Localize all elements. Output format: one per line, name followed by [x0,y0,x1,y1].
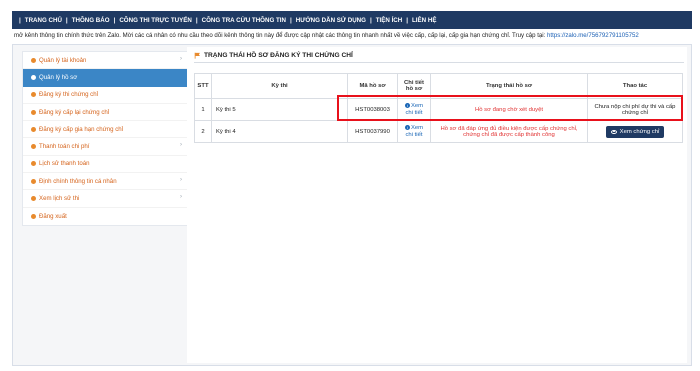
nav-separator: | [19,16,21,24]
bullet-icon [31,74,36,80]
sidebar-item-label: Thanh toán chi phí [39,143,90,151]
sidebar-item-payment[interactable]: Thanh toán chi phí › [23,138,187,156]
sidebar-item-account-management[interactable]: Quản lý tài khoản › [23,52,187,70]
nav-separator: | [289,16,292,24]
view-detail-line2: chi tiết [405,109,423,116]
cell-action: Xem chứng chỉ [587,120,683,143]
bullet-icon [31,126,36,132]
cell-status: Hồ sơ đang chờ xét duyệt [430,98,588,121]
flag-icon [194,52,200,59]
table-row: 2 Kỳ thi 4 HST0037990 i Xem chi tiết Hồ s… [194,120,683,143]
table-row: 1 Kỳ thi 5 HST0038003 i Xem chi tiết Hồ s… [194,98,683,121]
bullet-icon [31,92,36,98]
nav-item-user-guide[interactable]: HƯỚNG DẪN SỬ DỤNG [296,17,366,24]
nav-item-contact[interactable]: LIÊN HỆ [412,17,436,24]
cell-detail: i Xem chi tiết [397,98,431,121]
view-detail-line1: Xem [410,124,424,131]
bullet-icon [31,213,36,219]
sidebar-item-label: Xem lịch sử thi [39,195,80,203]
info-circle-icon: i [404,124,410,130]
nav-separator: | [406,16,409,24]
column-header-action: Thao tác [587,73,683,99]
sidebar-item-profile-management[interactable]: Quản lý hồ sơ [23,69,187,87]
nav-item-online-exam-portal[interactable]: CÔNG THI TRỰC TUYẾN [119,17,192,24]
nav-separator: | [195,16,198,24]
view-detail-link[interactable]: i Xem chi tiết [404,124,424,139]
chevron-right-icon: › [180,177,182,184]
eye-icon [610,129,617,134]
zalo-link[interactable]: https://zalo.me/756792791105752 [547,32,639,39]
application-status-table: STT Kỳ thi Mã hồ sơ Chi tiết hồ sơ Trạng… [194,73,683,143]
bullet-icon [31,161,36,167]
top-navigation-bar: | TRANG CHỦ | THÔNG BÁO | CÔNG THI TRỰC … [12,11,692,29]
sidebar-item-logout[interactable]: Đăng xuất [23,208,187,225]
action-text-line1: Chưa nộp chi phí dự thi và cấp [594,103,676,110]
section-title: TRẠNG THÁI HỒ SƠ ĐĂNG KÝ THI CHỨNG CHỈ [194,52,353,59]
column-header-exam: Kỳ thi [211,73,348,99]
cell-status: Hồ sơ đã đáp ứng đủ điều kiện được cấp c… [430,120,588,143]
bullet-icon [31,109,36,115]
sidebar-item-reissue-certificate[interactable]: Đăng ký cấp lại chứng chỉ [23,104,187,122]
view-certificate-label: Xem chứng chỉ [619,128,660,135]
section-title-text: TRẠNG THÁI HỒ SƠ ĐĂNG KÝ THI CHỨNG CHỈ [204,52,353,59]
action-text-line2: chứng chỉ [622,109,648,116]
sidebar-item-exam-history[interactable]: Xem lịch sử thi › [23,190,187,208]
cell-detail: i Xem chi tiết [397,120,431,143]
title-divider [194,62,684,63]
chevron-right-icon: › [180,194,182,201]
sidebar-item-label: Định chính thông tin cá nhân [39,177,117,185]
nav-item-home[interactable]: TRANG CHỦ [25,17,62,24]
cell-action: Chưa nộp chi phí dự thi và cấp chứng chỉ [587,98,683,121]
sidebar-item-label: Đăng ký cấp gia hạn chứng chỉ [39,125,124,133]
content-panel: TRẠNG THÁI HỒ SƠ ĐĂNG KÝ THI CHỨNG CHỈ S… [187,47,687,363]
cell-code: HST0037990 [347,120,398,143]
announcement-marquee: mở kênh thông tin chính thức trên Zalo. … [0,31,700,41]
cell-exam: Kỳ thi 5 [211,98,348,121]
sidebar-item-label: Quản lý tài khoản [39,56,87,64]
nav-item-lookup-portal[interactable]: CÔNG TRA CỨU THÔNG TIN [202,17,286,24]
status-line2: chứng chỉ đã được cấp thành công [463,131,555,138]
cell-exam: Kỳ thi 4 [211,120,348,143]
nav-item-utilities[interactable]: TIỆN ÍCH [376,17,402,24]
cell-stt: 1 [194,98,212,121]
view-detail-link[interactable]: i Xem chi tiết [404,102,424,117]
sidebar-item-renew-certificate[interactable]: Đăng ký cấp gia hạn chứng chỉ [23,121,187,139]
sidebar-item-label: Lịch sử thanh toán [39,160,90,168]
column-header-code: Mã hồ sơ [347,73,398,99]
status-line1: Hồ sơ đã đáp ứng đủ điều kiện được cấp c… [440,125,578,132]
cell-stt: 2 [194,120,212,143]
sidebar-item-label: Quản lý hồ sơ [39,73,78,81]
sidebar-item-payment-history[interactable]: Lịch sử thanh toán [23,156,187,174]
marquee-text: mở kênh thông tin chính thức trên Zalo. … [14,32,548,39]
sidebar-item-label: Đăng ký cấp lại chứng chỉ [39,108,110,116]
nav-item-announcements[interactable]: THÔNG BÁO [72,17,110,24]
column-header-status: Trạng thái hồ sơ [430,73,588,99]
column-header-stt: STT [194,73,212,99]
column-header-detail: Chi tiết hồ sơ [397,73,431,99]
chevron-right-icon: › [180,142,182,149]
main-frame: Quản lý tài khoản › Quản lý hồ sơ Đăng k… [12,44,692,366]
nav-separator: | [369,16,372,24]
view-detail-line2: chi tiết [405,131,423,138]
sidebar-menu: Quản lý tài khoản › Quản lý hồ sơ Đăng k… [22,51,188,226]
sidebar-item-correct-personal-info[interactable]: Định chính thông tin cá nhân › [23,173,187,191]
chevron-right-icon: › [180,56,182,62]
table-header-row: STT Kỳ thi Mã hồ sơ Chi tiết hồ sơ Trạng… [194,73,683,99]
info-circle-icon: i [404,102,410,108]
view-detail-line1: Xem [410,102,424,109]
view-certificate-button[interactable]: Xem chứng chỉ [605,125,665,138]
header-detail-line2: hồ sơ [405,86,423,92]
bullet-icon [31,57,36,63]
sidebar-item-label: Đăng ký thi chứng chỉ [39,91,98,99]
bullet-icon [31,144,36,150]
status-line1: Hồ sơ đang chờ xét duyệt [475,106,543,113]
bullet-icon [31,178,36,184]
sidebar-item-register-exam[interactable]: Đăng ký thi chứng chỉ [23,87,187,104]
bullet-icon [31,196,36,202]
nav-separator: | [65,16,68,24]
sidebar-item-label: Đăng xuất [39,212,67,220]
nav-separator: | [113,16,116,24]
cell-code: HST0038003 [347,98,398,121]
